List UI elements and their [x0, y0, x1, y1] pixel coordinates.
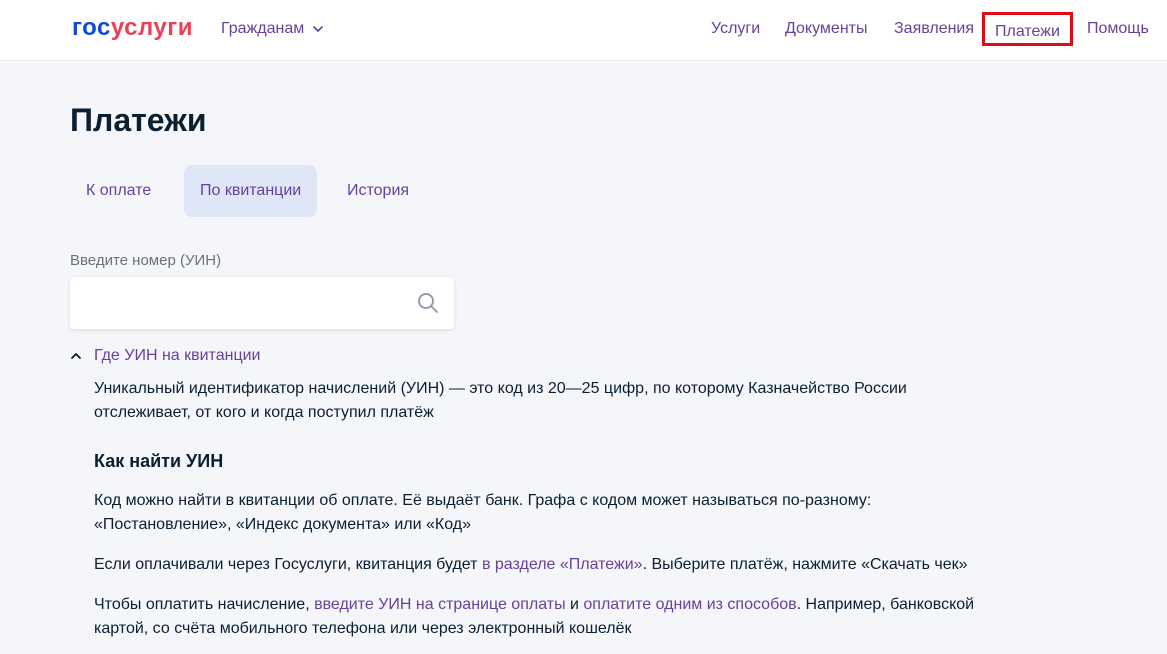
paragraph-pay-text-2: и — [565, 596, 584, 613]
logo-part-uslugi: услуги — [110, 14, 193, 41]
paragraph-gosuslugi-text-2: . Выберите платёж, нажмите «Скачать чек» — [642, 556, 968, 573]
uin-input[interactable] — [70, 277, 400, 329]
gosuslugi-logo[interactable]: госуслуги — [72, 14, 193, 42]
paragraph-pay-text-3: . Например, банковской — [796, 596, 975, 613]
paragraph-pay-line-2: картой, со счёта мобильного телефона или… — [94, 620, 632, 637]
paragraph-receipt-line-1: Код можно найти в квитанции об оплате. Е… — [94, 492, 872, 509]
paragraph-gosuslugi: Если оплачивали через Госуслуги, квитанц… — [94, 553, 994, 577]
page-title: Платежи — [70, 102, 207, 138]
expander-label: Где УИН на квитанции — [94, 347, 261, 364]
tab-by-receipt[interactable]: По квитанции — [184, 165, 318, 217]
chevron-down-icon — [313, 26, 324, 32]
paragraph-pay-text-1: Чтобы оплатить начисление, — [94, 596, 315, 613]
tab-to-pay[interactable]: К оплате — [70, 165, 167, 217]
paragraph-how-to-pay: Чтобы оплатить начисление, введите УИН н… — [94, 593, 994, 641]
payments-section-link[interactable]: в разделе «Платежи» — [482, 556, 643, 573]
top-header: госуслуги Гражданам Услуги Документы Зая… — [0, 0, 1167, 60]
tab-history[interactable]: История — [331, 165, 425, 217]
uin-search-box — [70, 277, 454, 329]
description-line-1: Уникальный идентификатор начислений (УИН… — [94, 380, 907, 397]
how-to-find-heading: Как найти УИН — [94, 451, 224, 471]
nav-payments[interactable]: Платежи — [982, 12, 1073, 46]
paragraph-receipt: Код можно найти в квитанции об оплате. Е… — [94, 489, 994, 537]
logo-part-gos: гос — [72, 14, 111, 41]
payment-methods-link[interactable]: оплатите одним из способов — [583, 596, 796, 613]
audience-label: Гражданам — [221, 20, 305, 37]
nav-documents[interactable]: Документы — [785, 19, 867, 39]
nav-help[interactable]: Помощь — [1087, 19, 1149, 39]
uin-field-label: Введите номер (УИН) — [70, 252, 222, 269]
uin-help-expander[interactable]: Где УИН на квитанции — [70, 346, 260, 366]
enter-uin-link[interactable]: введите УИН на странице оплаты — [314, 596, 565, 613]
description-line-2: отслеживает, от кого и когда поступил пл… — [94, 404, 434, 421]
paragraph-gosuslugi-text-1: Если оплачивали через Госуслуги, квитанц… — [94, 556, 482, 573]
nav-applications[interactable]: Заявления — [894, 19, 974, 39]
audience-dropdown[interactable]: Гражданам — [221, 19, 324, 39]
search-icon[interactable] — [416, 291, 440, 315]
uin-description: Уникальный идентификатор начислений (УИН… — [94, 377, 994, 425]
chevron-up-icon — [71, 353, 81, 359]
nav-services[interactable]: Услуги — [711, 19, 760, 39]
paragraph-receipt-line-2: «Постановление», «Индекс документа» или … — [94, 516, 472, 533]
